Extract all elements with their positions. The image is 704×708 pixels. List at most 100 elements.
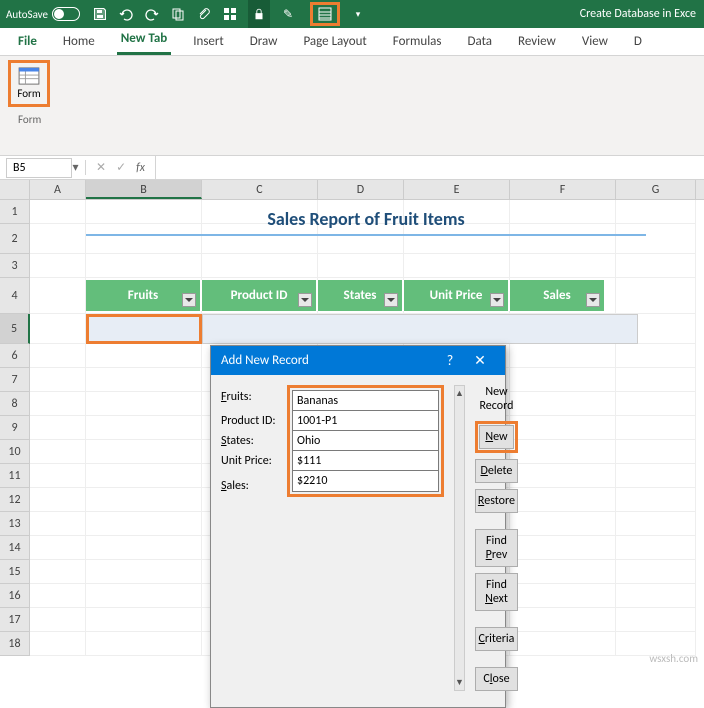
row-header[interactable]: 3 (0, 254, 30, 278)
pen-icon[interactable]: ✎ (280, 6, 296, 22)
filter-dropdown-icon[interactable] (586, 293, 600, 307)
row-header[interactable]: 6 (0, 344, 30, 368)
row-header[interactable]: 2 (0, 224, 30, 254)
th-sales[interactable]: Sales (510, 280, 606, 311)
dialog-help-button[interactable]: ? (435, 352, 465, 369)
th-product-id[interactable]: Product ID (202, 280, 318, 311)
name-box[interactable]: B5 (6, 158, 72, 178)
col-header-b[interactable]: B (86, 180, 202, 199)
tab-page-layout[interactable]: Page Layout (299, 30, 370, 55)
active-cell-b5[interactable] (86, 314, 202, 344)
form-qat-highlight (310, 2, 340, 26)
filter-dropdown-icon[interactable] (384, 293, 398, 307)
copy-icon[interactable] (170, 6, 186, 22)
column-headers: A B C D E F G (0, 180, 704, 200)
row-header[interactable]: 9 (0, 416, 30, 440)
row-header[interactable]: 11 (0, 464, 30, 488)
col-header-a[interactable]: A (30, 180, 86, 199)
formula-input[interactable] (155, 156, 704, 179)
tab-view[interactable]: View (578, 30, 612, 55)
input-sales[interactable] (292, 470, 439, 492)
filter-dropdown-icon[interactable] (298, 293, 312, 307)
row-header[interactable]: 8 (0, 392, 30, 416)
col-header-e[interactable]: E (404, 180, 510, 199)
lock-icon[interactable] (248, 0, 270, 28)
formula-bar: B5 ▾ ✕ ✓ fx (0, 156, 704, 180)
quick-access-toolbar: ✎ ▾ (92, 0, 366, 28)
row-header[interactable]: 12 (0, 488, 30, 512)
col-header-c[interactable]: C (202, 180, 318, 199)
dialog-titlebar[interactable]: Add New Record ? ✕ (211, 346, 505, 375)
enter-icon[interactable]: ✓ (116, 160, 126, 175)
row-header[interactable]: 7 (0, 368, 30, 392)
row-header[interactable]: 15 (0, 560, 30, 584)
table-data-row (202, 314, 638, 344)
tab-formulas[interactable]: Formulas (389, 30, 446, 55)
tab-file[interactable]: File (14, 30, 41, 55)
th-unit-price[interactable]: Unit Price (404, 280, 510, 311)
filter-dropdown-icon[interactable] (490, 293, 504, 307)
tab-draw[interactable]: Draw (246, 30, 282, 55)
tab-new-tab[interactable]: New Tab (117, 27, 172, 55)
row-header[interactable]: 13 (0, 512, 30, 536)
label-fruits: Fruits: (221, 390, 281, 404)
filter-dropdown-icon[interactable] (182, 293, 196, 307)
toggle-off-icon[interactable] (52, 7, 80, 21)
table-header-row: Fruits Product ID States Unit Price Sale… (86, 280, 606, 311)
attach-icon[interactable] (196, 6, 212, 22)
dialog-close-button[interactable]: ✕ (465, 352, 495, 369)
title-bar: AutoSave ✎ ▾ Create Database in Exce (0, 0, 704, 28)
restore-button[interactable]: Restore (475, 489, 518, 513)
tab-review[interactable]: Review (514, 30, 560, 55)
row-header[interactable]: 18 (0, 632, 30, 656)
row-header[interactable]: 16 (0, 584, 30, 608)
cancel-icon[interactable]: ✕ (96, 160, 106, 175)
col-header-d[interactable]: D (318, 180, 404, 199)
form-icon (18, 67, 40, 85)
new-button[interactable]: New (479, 425, 514, 449)
label-unit-price: Unit Price: (221, 454, 281, 468)
delete-button[interactable]: Delete (475, 459, 518, 483)
find-next-button[interactable]: Find Next (475, 573, 518, 611)
th-fruits[interactable]: Fruits (86, 280, 202, 311)
row-header[interactable]: 14 (0, 536, 30, 560)
row-header[interactable]: 5 (0, 314, 30, 344)
row-header[interactable]: 4 (0, 278, 30, 314)
tab-data[interactable]: Data (464, 30, 497, 55)
qat-dropdown-icon[interactable]: ▾ (350, 6, 366, 22)
close-button[interactable]: Close (475, 667, 518, 691)
record-status: New Record (475, 385, 518, 413)
redo-icon[interactable] (144, 6, 160, 22)
col-header-g[interactable]: G (616, 180, 696, 199)
form-scrollbar[interactable]: ▲ ▼ (454, 385, 465, 691)
col-header-f[interactable]: F (510, 180, 616, 199)
tab-insert[interactable]: Insert (189, 30, 228, 55)
fx-icon[interactable]: fx (136, 161, 145, 175)
row-header[interactable]: 17 (0, 608, 30, 632)
grid-icon[interactable] (222, 6, 238, 22)
save-icon[interactable] (92, 6, 108, 22)
find-prev-button[interactable]: Find Prev (475, 529, 518, 567)
watermark: wsxsh.com (649, 652, 698, 665)
row-header[interactable]: 1 (0, 200, 30, 224)
ribbon-form-button[interactable]: Form (8, 60, 50, 107)
ribbon-tabs: File Home New Tab Insert Draw Page Layou… (0, 28, 704, 56)
document-title: Create Database in Exce (580, 7, 698, 21)
scroll-down-icon[interactable]: ▼ (455, 677, 464, 688)
row-header[interactable]: 10 (0, 440, 30, 464)
th-states[interactable]: States (318, 280, 404, 311)
undo-icon[interactable] (118, 6, 134, 22)
select-all-corner[interactable] (0, 180, 30, 199)
new-button-highlight: New (475, 421, 518, 453)
ribbon-group-label: Form (18, 113, 696, 126)
criteria-button[interactable]: Criteria (475, 627, 518, 651)
form-qat-icon[interactable] (317, 6, 333, 22)
data-form-dialog: Add New Record ? ✕ Fruits: Product ID: S… (210, 345, 506, 708)
namebox-dropdown-icon[interactable]: ▾ (72, 160, 86, 175)
tab-developer[interactable]: D (630, 30, 646, 55)
autosave-toggle[interactable]: AutoSave (6, 7, 80, 21)
scroll-up-icon[interactable]: ▲ (455, 388, 464, 399)
tab-home[interactable]: Home (59, 30, 99, 55)
label-states: States: (221, 434, 281, 448)
label-product-id: Product ID: (221, 414, 281, 428)
